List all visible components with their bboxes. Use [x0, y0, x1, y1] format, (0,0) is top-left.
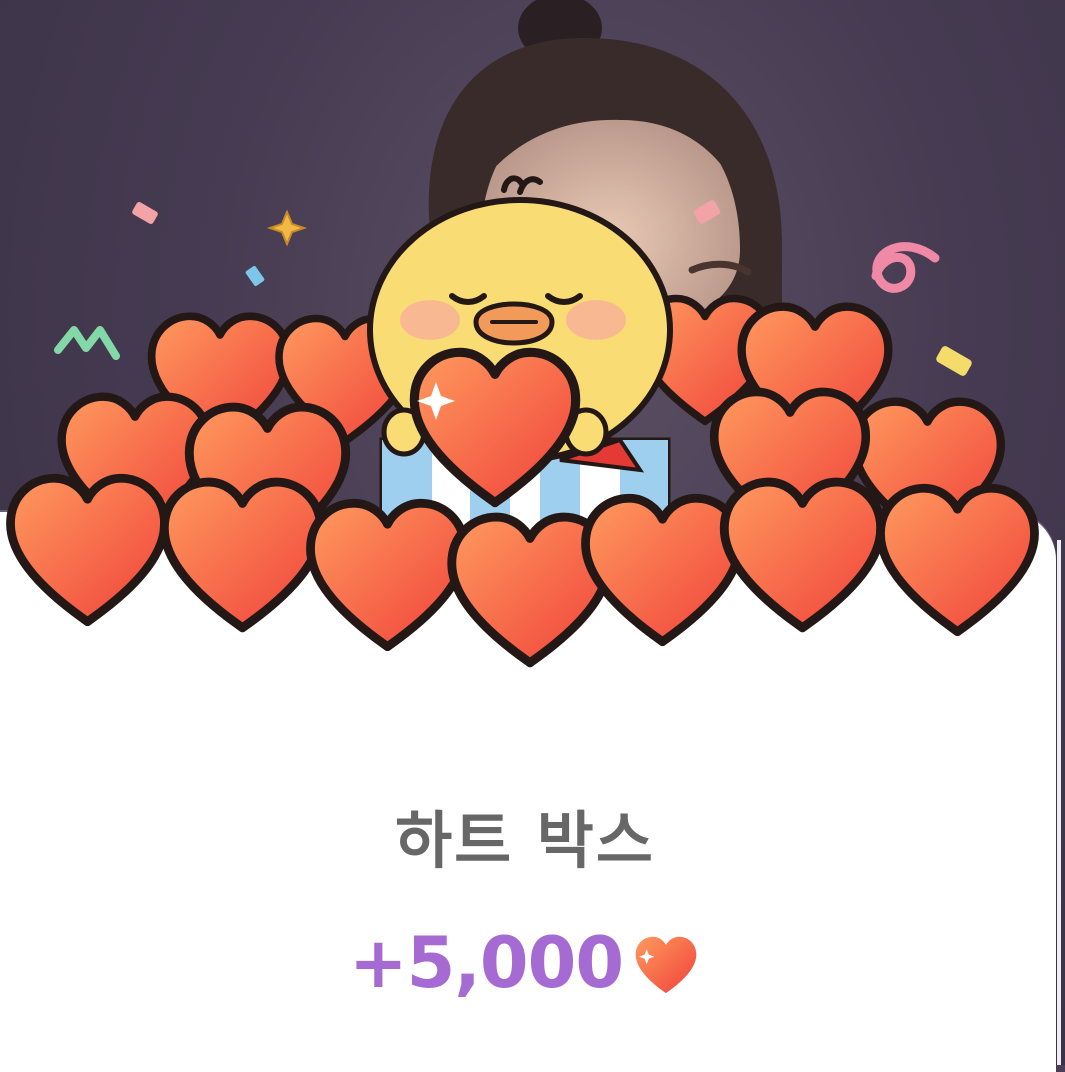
reward-title: 하트 박스: [395, 804, 655, 877]
reward-amount: +5,000: [348, 922, 624, 1004]
reward-amount-row: +5,000: [0, 918, 1050, 1008]
heart-icon: [635, 936, 697, 994]
heart-box-illustration: [0, 175, 1065, 670]
